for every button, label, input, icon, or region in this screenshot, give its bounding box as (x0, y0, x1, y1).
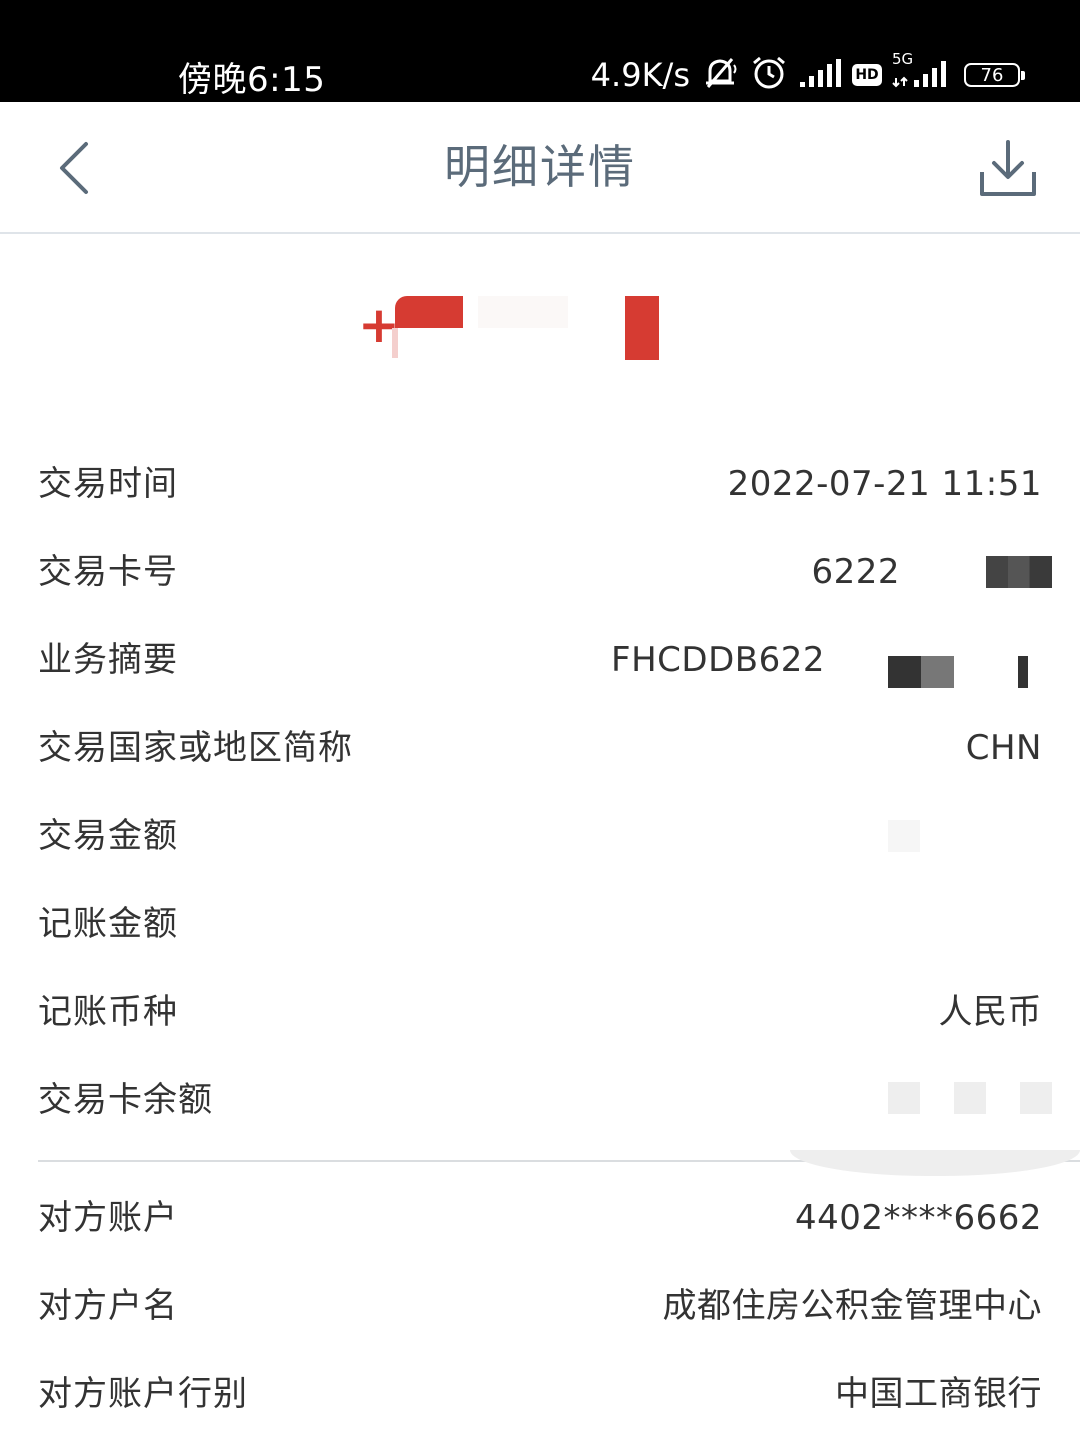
detail-row-card-balance: 交易卡余额 (0, 1056, 1080, 1144)
amount-area: + (0, 234, 1080, 424)
status-time: 傍晚6:15 (178, 60, 326, 100)
page-title: 明细详情 (444, 140, 636, 194)
download-button[interactable] (976, 136, 1040, 200)
redacted-block (1018, 656, 1028, 688)
row-value: 中国工商银行 (835, 1374, 1042, 1414)
hd-badge: HD (852, 64, 882, 86)
detail-row-booked-amount: 记账金额 (0, 880, 1080, 968)
row-value: 4402****6662 (794, 1198, 1042, 1238)
detail-row-currency: 记账币种 人民币 (0, 968, 1080, 1056)
redacted-amount-part (478, 296, 568, 328)
redacted-block (1020, 1082, 1052, 1114)
redacted-block (888, 656, 954, 688)
redacted-amount-part (392, 328, 398, 358)
row-value: CHN (965, 728, 1042, 768)
row-label: 对方账户 (38, 1198, 178, 1238)
redacted-block (888, 820, 920, 852)
row-label: 交易卡号 (38, 552, 178, 592)
detail-row-country-code: 交易国家或地区简称 CHN (0, 704, 1080, 792)
row-label: 业务摘要 (38, 640, 178, 680)
row-value: FHCDDB622 (611, 640, 825, 680)
network-type-label: 5G (892, 50, 914, 68)
battery-icon: 76 (964, 63, 1025, 87)
redacted-block (888, 1082, 920, 1114)
detail-row-transaction-amount: 交易金额 (0, 792, 1080, 880)
download-icon (980, 140, 1036, 196)
detail-row-transaction-time: 交易时间 2022-07-21 11:51 (0, 440, 1080, 528)
back-button[interactable] (50, 138, 106, 198)
network-speed: 4.9K/s (590, 56, 690, 94)
battery-level: 76 (980, 64, 1004, 86)
redacted-amount-part (395, 296, 463, 328)
row-label: 对方账户行别 (38, 1374, 248, 1414)
detail-row-counterparty-bank: 对方账户行别 中国工商银行 (0, 1350, 1080, 1438)
row-label: 对方户名 (38, 1286, 178, 1326)
status-icons: 4.9K/s HD 5G 76 (590, 50, 1025, 100)
detail-row-business-summary: 业务摘要 FHCDDB622 (0, 616, 1080, 704)
row-value: 2022-07-21 11:51 (727, 464, 1042, 504)
row-value: 6222 (811, 552, 900, 592)
row-value: 人民币 (938, 992, 1042, 1032)
signal-icon (798, 58, 842, 92)
chevron-left-icon (60, 142, 88, 194)
nav-bar: 明细详情 (0, 102, 1080, 234)
alarm-clock-icon (750, 55, 788, 95)
status-bar: 傍晚6:15 4.9K/s HD 5G 76 (0, 0, 1080, 102)
redacted-block (954, 1082, 986, 1114)
row-label: 交易金额 (38, 816, 178, 856)
row-label: 记账金额 (38, 904, 178, 944)
row-label: 记账币种 (38, 992, 178, 1032)
redacted-amount-part (625, 296, 659, 360)
detail-row-card-number: 交易卡号 6222 (0, 528, 1080, 616)
row-value: 成都住房公积金管理中心 (662, 1286, 1042, 1326)
signal-5g-icon: 5G (892, 50, 954, 92)
mute-bell-icon (700, 55, 740, 95)
row-label: 交易卡余额 (38, 1080, 213, 1120)
redacted-shape (790, 1150, 1080, 1176)
row-label: 交易国家或地区简称 (38, 728, 353, 768)
detail-row-counterparty-account: 对方账户 4402****6662 (0, 1174, 1080, 1262)
detail-row-counterparty-name: 对方户名 成都住房公积金管理中心 (0, 1262, 1080, 1350)
row-label: 交易时间 (38, 464, 178, 504)
redacted-block (986, 556, 1052, 588)
